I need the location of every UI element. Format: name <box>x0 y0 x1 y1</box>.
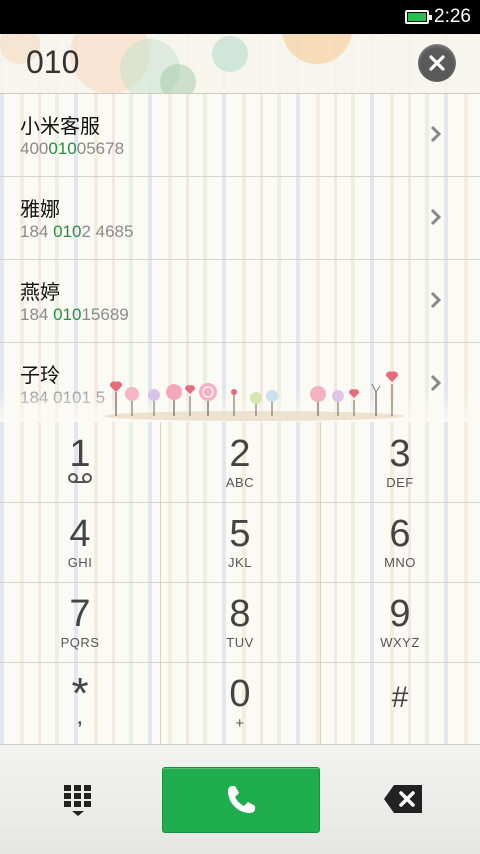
key-0[interactable]: 0 + <box>160 662 320 742</box>
key-3[interactable]: 3 DEF <box>320 422 480 502</box>
key-8[interactable]: 8 TUV <box>160 582 320 662</box>
chevron-right-icon <box>430 374 442 392</box>
call-button[interactable] <box>162 767 320 833</box>
clear-button[interactable] <box>418 44 456 82</box>
status-time: 2:26 <box>434 6 471 27</box>
chevron-right-icon <box>430 208 442 226</box>
dialed-number[interactable]: 010 <box>26 44 79 81</box>
key-4[interactable]: 4 GHI <box>0 502 160 582</box>
contact-row[interactable]: 雅娜 184 0102 4685 <box>0 177 480 260</box>
dialpad: 1 2 ABC 3 DEF 4 GHI 5 JKL 6 MNO 7 PQRS 8… <box>0 422 480 744</box>
contact-row[interactable]: 小米客服 40001005678 <box>0 94 480 177</box>
lollipop-garden-decoration <box>104 371 404 421</box>
backspace-button[interactable] <box>382 783 426 815</box>
dial-header: 010 <box>0 34 480 94</box>
phone-icon <box>228 786 255 813</box>
backspace-icon <box>384 785 422 813</box>
battery-full-icon <box>405 10 432 24</box>
dialpad-toggle-button[interactable] <box>60 781 96 821</box>
key-star[interactable]: * , <box>0 662 160 742</box>
dialpad-icon <box>64 785 91 816</box>
action-bar <box>0 744 480 854</box>
key-5[interactable]: 5 JKL <box>160 502 320 582</box>
contact-name: 小米客服 <box>20 114 100 138</box>
contact-name: 雅娜 <box>20 197 60 221</box>
contact-name: 燕婷 <box>20 280 60 304</box>
key-6[interactable]: 6 MNO <box>320 502 480 582</box>
contact-row[interactable]: 燕婷 184 01015689 <box>0 260 480 343</box>
key-9[interactable]: 9 WXYZ <box>320 582 480 662</box>
close-icon <box>429 55 445 71</box>
key-pound[interactable]: # <box>320 662 480 742</box>
key-7[interactable]: 7 PQRS <box>0 582 160 662</box>
key-2[interactable]: 2 ABC <box>160 422 320 502</box>
contact-number: 40001005678 <box>20 139 125 158</box>
chevron-right-icon <box>430 291 442 309</box>
status-bar: 2:26 <box>0 0 480 34</box>
key-1[interactable]: 1 <box>0 422 160 502</box>
contact-number: 184 01015689 <box>20 305 129 324</box>
contact-name: 子玲 <box>20 363 60 387</box>
contact-number: 184 0102 4685 <box>20 222 134 241</box>
chevron-right-icon <box>430 125 442 143</box>
